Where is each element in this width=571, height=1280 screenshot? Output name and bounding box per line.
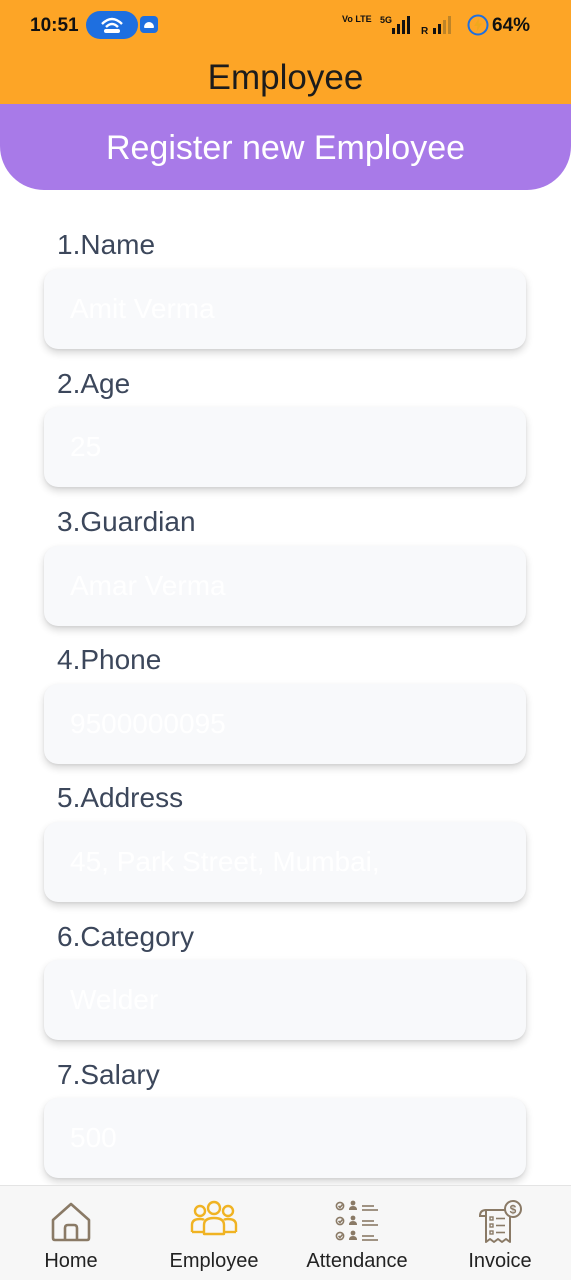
app-bar-title: Employee bbox=[207, 58, 364, 97]
category-label: 6.Category bbox=[57, 921, 194, 952]
salary-input[interactable] bbox=[44, 1098, 526, 1178]
top-app-bar: 10:51 Vo LTE 5G R 64% Employee bbox=[0, 0, 571, 104]
nav-label-attendance: Attendance bbox=[306, 1250, 408, 1272]
banner-title: Register new Employee bbox=[105, 129, 466, 167]
signal-roaming-icon: R bbox=[421, 16, 451, 36]
volte-indicator: Vo LTE bbox=[342, 14, 372, 24]
salary-label: 7.Salary bbox=[57, 1059, 160, 1090]
address-input[interactable] bbox=[44, 822, 526, 902]
age-input[interactable] bbox=[44, 407, 526, 487]
signal-5g-icon: 5G bbox=[380, 15, 410, 34]
guardian-label: 3.Guardian bbox=[57, 506, 196, 537]
battery-charging-icon bbox=[467, 14, 489, 36]
nav-label-invoice: Invoice bbox=[468, 1250, 532, 1272]
svg-text:5G: 5G bbox=[380, 15, 392, 25]
notification-app-icon bbox=[140, 16, 158, 33]
attendance-checklist-icon bbox=[286, 1198, 428, 1246]
age-label: 2.Age bbox=[57, 368, 131, 399]
nav-item-employee[interactable]: Employee bbox=[143, 1186, 285, 1280]
phone-input[interactable] bbox=[44, 684, 526, 764]
register-banner: Register new Employee bbox=[0, 104, 571, 190]
battery-level: 64% bbox=[492, 15, 531, 36]
invoice-icon: $ bbox=[429, 1198, 571, 1246]
nav-item-attendance[interactable]: Attendance bbox=[286, 1186, 428, 1280]
bottom-navigation: Home Employee Attendance $ Invoice bbox=[0, 1185, 571, 1280]
hotspot-indicator bbox=[86, 11, 138, 39]
name-label: 1.Name bbox=[57, 229, 156, 260]
category-input[interactable] bbox=[44, 960, 526, 1040]
name-input[interactable] bbox=[44, 269, 526, 349]
nav-item-home[interactable]: Home bbox=[0, 1186, 142, 1280]
nav-label-employee: Employee bbox=[169, 1250, 259, 1272]
svg-text:$: $ bbox=[510, 1203, 517, 1217]
nav-label-home: Home bbox=[44, 1250, 98, 1272]
home-icon bbox=[0, 1198, 142, 1246]
status-time: 10:51 bbox=[30, 15, 79, 36]
employees-group-icon bbox=[143, 1198, 285, 1246]
phone-label: 4.Phone bbox=[57, 644, 162, 675]
hotspot-icon bbox=[101, 17, 123, 33]
address-label: 5.Address bbox=[57, 782, 184, 813]
svg-text:R: R bbox=[421, 26, 429, 36]
guardian-input[interactable] bbox=[44, 546, 526, 626]
nav-item-invoice[interactable]: $ Invoice bbox=[429, 1186, 571, 1280]
